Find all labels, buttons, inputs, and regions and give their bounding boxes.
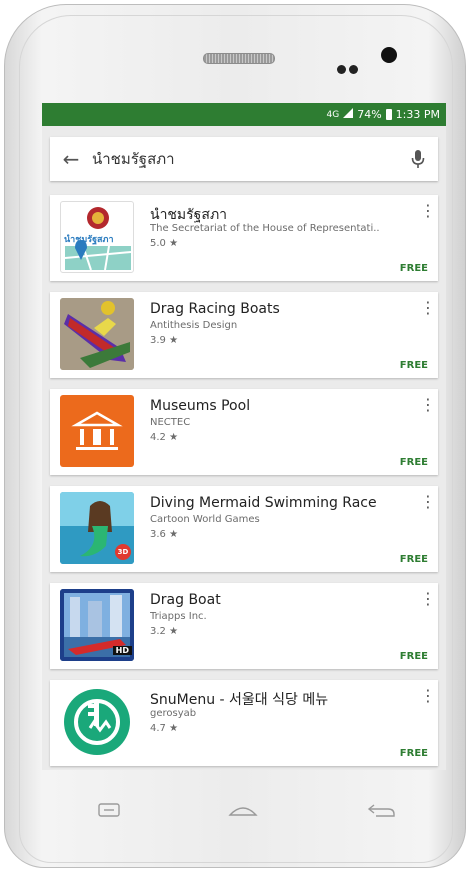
star-icon: ★ [169,723,179,734]
app-rating: 4.7 ★ [150,723,178,734]
rating-value: 3.2 [150,626,166,637]
racing-boat-icon [60,298,134,370]
app-title[interactable]: SnuMenu - 서울대 식당 메뉴 [150,689,420,709]
signal-icon [343,108,354,121]
more-options-icon[interactable]: ⋮ [420,203,436,219]
rating-value: 4.2 [150,432,166,443]
app-developer: Antithesis Design [150,320,238,331]
app-title[interactable]: Drag Boat [150,592,420,608]
parliament-map-icon: นำชมรัฐสภา [60,201,134,273]
rating-value: 4.7 [150,723,166,734]
search-bar[interactable]: ← นำชมรัฐสภา [50,137,438,181]
app-card[interactable]: Museums Pool NECTEC 4.2 ★ ⋮ FREE [50,389,438,475]
app-card[interactable]: นำชมรัฐสภา นำชมรัฐสภา The Secretariat of… [50,195,438,281]
app-rating: 5.0 ★ [150,238,178,249]
badge-3d: 3D [115,544,131,560]
app-rating: 3.9 ★ [150,335,178,346]
battery-icon [385,109,392,120]
app-developer: gerosyab [150,708,197,719]
app-card[interactable]: SnuMenu - 서울대 식당 메뉴 gerosyab 4.7 ★ ⋮ FRE… [50,680,438,766]
star-icon: ★ [169,238,179,249]
screen: 4G 74% 1:33 PM ← นำชมรัฐสภา นำชมรัฐสภา น… [42,103,446,770]
more-options-icon[interactable]: ⋮ [420,591,436,607]
parliament-icon-caption: นำชมรัฐสภา [64,235,114,245]
app-developer: Triapps Inc. [150,611,207,622]
clock: 1:33 PM [395,108,440,121]
app-card[interactable]: Drag Racing Boats Antithesis Design 3.9 … [50,292,438,378]
app-price: FREE [399,748,428,759]
back-arrow-icon[interactable]: ← [50,147,92,171]
rating-value: 5.0 [150,238,166,249]
app-price: FREE [399,651,428,662]
star-icon: ★ [169,432,179,443]
menu-icon[interactable] [98,802,120,821]
app-price: FREE [399,554,428,565]
star-icon: ★ [169,529,179,540]
star-icon: ★ [169,335,179,346]
front-camera [381,47,397,63]
app-card[interactable]: 3D Diving Mermaid Swimming Race Cartoon … [50,486,438,572]
home-icon[interactable] [228,802,258,821]
app-title[interactable]: Drag Racing Boats [150,301,420,317]
app-developer: Cartoon World Games [150,514,260,525]
app-rating: 3.6 ★ [150,529,178,540]
more-options-icon[interactable]: ⋮ [420,300,436,316]
app-title[interactable]: Diving Mermaid Swimming Race [150,495,420,511]
network-label: 4G [326,109,340,120]
back-nav-icon[interactable] [366,802,396,822]
more-options-icon[interactable]: ⋮ [420,688,436,704]
mermaid-icon: 3D [60,492,134,564]
rating-value: 3.9 [150,335,166,346]
app-price: FREE [399,263,428,274]
app-developer: The Secretariat of the House of Represen… [150,223,380,234]
snumenu-icon [60,686,134,758]
app-rating: 3.2 ★ [150,626,178,637]
app-rating: 4.2 ★ [150,432,178,443]
earpiece-speaker [203,53,275,64]
more-options-icon[interactable]: ⋮ [420,397,436,413]
more-options-icon[interactable]: ⋮ [420,494,436,510]
app-card[interactable]: HD Drag Boat Triapps Inc. 3.2 ★ ⋮ FREE [50,583,438,669]
app-price: FREE [399,360,428,371]
speedboat-icon: HD [60,589,134,661]
proximity-sensor [337,65,346,74]
light-sensor [349,65,358,74]
app-price: FREE [399,457,428,468]
app-title[interactable]: Museums Pool [150,398,420,414]
app-developer: NECTEC [150,417,191,428]
rating-value: 3.6 [150,529,166,540]
star-icon: ★ [169,626,179,637]
museum-icon [60,395,134,467]
search-input[interactable]: นำชมรัฐสภา [92,147,398,171]
microphone-icon[interactable] [398,149,438,169]
status-bar: 4G 74% 1:33 PM [42,103,446,126]
battery-percent: 74% [357,108,382,121]
badge-hd: HD [112,646,132,655]
navigation-bar [42,790,446,840]
